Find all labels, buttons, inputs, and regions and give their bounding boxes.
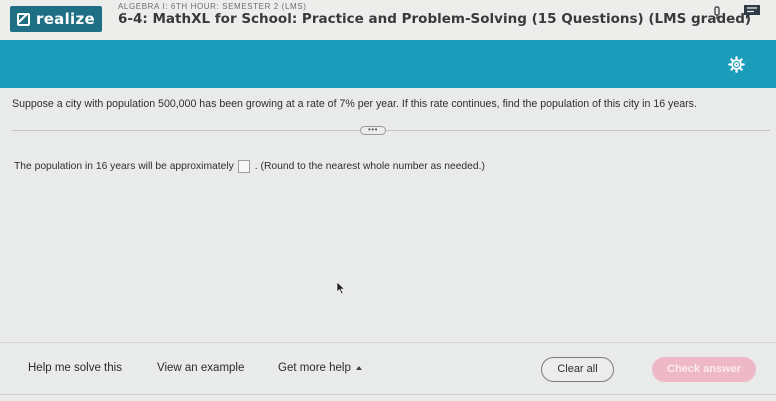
- assignment-title: 6-4: MathXL for School: Practice and Pro…: [118, 11, 752, 27]
- check-answer-button[interactable]: Check answer: [652, 357, 756, 382]
- chat-icon[interactable]: [742, 4, 762, 20]
- footer-divider: [0, 342, 776, 343]
- question-toolbar: [0, 40, 776, 88]
- clear-all-button[interactable]: Clear all: [541, 357, 614, 382]
- caret-up-icon: [355, 366, 362, 370]
- realize-logo[interactable]: realize: [10, 6, 102, 32]
- answer-suffix: . (Round to the nearest whole number as …: [254, 161, 485, 172]
- answer-prefix: The population in 16 years will be appro…: [14, 161, 234, 172]
- pin-icon[interactable]: [712, 6, 722, 20]
- more-dots-icon[interactable]: •••: [360, 126, 386, 135]
- divider: [12, 130, 770, 131]
- view-example-button[interactable]: View an example: [157, 362, 244, 374]
- bottom-edge: [0, 394, 776, 395]
- get-more-help-label: Get more help: [278, 362, 351, 374]
- question-text: Suppose a city with population 500,000 h…: [12, 98, 697, 110]
- course-breadcrumb: ALGEBRA I: 6TH HOUR: SEMESTER 2 (LMS): [118, 2, 307, 11]
- logo-text: realize: [36, 10, 95, 28]
- mouse-cursor-icon: [336, 281, 346, 295]
- top-header: realize ALGEBRA I: 6TH HOUR: SEMESTER 2 …: [0, 0, 776, 40]
- get-more-help-button[interactable]: Get more help: [278, 362, 362, 374]
- answer-input[interactable]: [237, 160, 250, 173]
- gear-icon[interactable]: [728, 56, 745, 73]
- help-me-solve-button[interactable]: Help me solve this: [28, 362, 122, 374]
- pencil-icon: [17, 12, 30, 26]
- answer-line: The population in 16 years will be appro…: [14, 160, 485, 173]
